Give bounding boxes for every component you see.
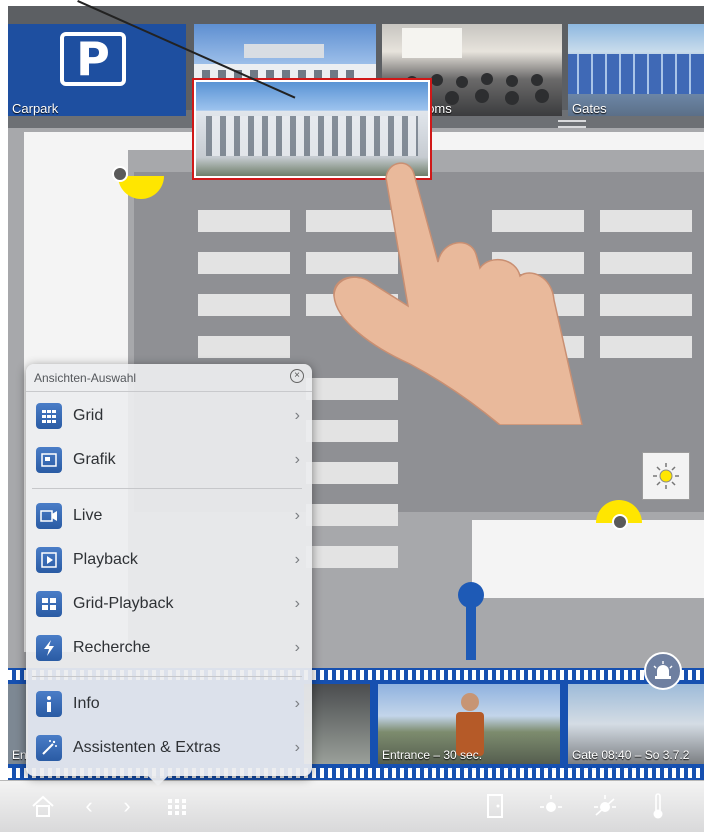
bottom-toolbar: ‹ › — [0, 780, 704, 832]
parking-space — [306, 546, 398, 568]
menu-item-label: Assistenten & Extras — [73, 739, 221, 756]
pointing-hand-illustration — [333, 162, 583, 425]
temperature-button[interactable] — [648, 789, 668, 823]
chevron-left-icon: ‹ — [85, 793, 93, 818]
timeline-event-thumb[interactable]: Entrance – 30 sec. — [378, 684, 560, 764]
grid-icon — [168, 799, 186, 815]
menu-header: Ansichten-Auswahl × — [26, 364, 312, 392]
lamp-control-button[interactable] — [642, 452, 690, 500]
lamp-off-icon — [594, 795, 616, 816]
menu-item-info[interactable]: Info › — [32, 684, 306, 724]
forward-button[interactable]: › — [116, 789, 138, 823]
chevron-right-icon: › — [294, 739, 300, 756]
menu-item-grid[interactable]: Grid › — [32, 396, 306, 436]
chevron-right-icon: › — [123, 793, 131, 818]
parking-space — [600, 294, 692, 316]
parking-sign-icon: P — [60, 32, 126, 86]
floor-building-block — [472, 520, 704, 598]
chevron-right-icon: › — [294, 407, 300, 424]
menu-item-grid-playback[interactable]: Grid-Playback › — [32, 584, 306, 624]
chevron-right-icon: › — [294, 695, 300, 712]
camera-marker-dot — [612, 514, 628, 530]
grid-playback-icon — [36, 591, 62, 617]
graphic-icon — [36, 447, 62, 473]
light-on-button[interactable] — [536, 789, 566, 823]
timeline-event-thumb[interactable]: Ent — [8, 684, 28, 764]
menu-pointer — [148, 776, 168, 786]
camera-icon — [36, 503, 62, 529]
camera-thumb-label: Gates — [572, 101, 607, 116]
home-icon — [32, 795, 54, 817]
menu-divider — [32, 676, 302, 677]
parking-space — [198, 336, 290, 358]
menu-divider — [32, 488, 302, 489]
close-icon[interactable]: × — [290, 369, 304, 383]
camera-marker-dot — [112, 166, 128, 182]
menu-item-label: Grid — [73, 407, 104, 424]
blue-barrier-head — [458, 582, 484, 608]
grid-icon — [36, 403, 62, 429]
chevron-right-icon: › — [294, 595, 300, 612]
app-window: P Carpark nce Rooms — [0, 0, 704, 832]
menu-item-label: Live — [73, 507, 103, 524]
view-selection-button[interactable] — [162, 789, 192, 823]
lamp-icon — [540, 795, 562, 812]
home-button[interactable] — [28, 789, 58, 823]
parking-space — [198, 294, 290, 316]
lightning-icon — [36, 635, 62, 661]
timeline-event-label: Gate 08:40 – So 3.7.2 — [572, 748, 690, 762]
timeline-event-thumb[interactable]: Gate 08:40 – So 3.7.2 — [568, 684, 704, 764]
parking-space — [306, 504, 398, 526]
camera-thumb-label: Carpark — [12, 101, 59, 116]
menu-item-grafik[interactable]: Grafik › — [32, 440, 306, 480]
menu-item-label: Grid-Playback — [73, 595, 174, 612]
menu-title: Ansichten-Auswahl — [34, 371, 137, 385]
menu-item-label: Info — [73, 695, 100, 712]
parking-space — [600, 336, 692, 358]
menu-item-label: Recherche — [73, 639, 151, 656]
thermometer-icon — [653, 793, 663, 819]
timeline-event-label: Entrance – 30 sec. — [382, 748, 483, 762]
magic-wand-icon — [36, 735, 62, 761]
parking-space — [198, 252, 290, 274]
alarm-button[interactable] — [644, 652, 682, 690]
timeline-event-thumb[interactable] — [304, 684, 370, 764]
view-selection-menu: Ansichten-Auswahl × Grid › Grafik › Live… — [26, 364, 312, 786]
chevron-right-icon: › — [294, 551, 300, 568]
camera-thumb-gates[interactable]: Gates — [568, 24, 704, 116]
strip-drag-handle[interactable] — [558, 120, 586, 128]
menu-item-playback[interactable]: Playback › — [32, 540, 306, 580]
light-off-button[interactable] — [590, 789, 620, 823]
back-button[interactable]: ‹ — [78, 789, 100, 823]
menu-item-recherche[interactable]: Recherche › — [32, 628, 306, 668]
alarm-light-icon — [653, 661, 673, 679]
door-icon — [487, 794, 503, 818]
parking-space — [306, 462, 398, 484]
chevron-right-icon: › — [294, 639, 300, 656]
menu-item-assistenten-extras[interactable]: Assistenten & Extras › — [32, 728, 306, 768]
parking-space — [198, 210, 290, 232]
chevron-right-icon: › — [294, 451, 300, 468]
parking-space — [600, 210, 692, 232]
menu-item-label: Playback — [73, 551, 138, 568]
menu-item-live[interactable]: Live › — [32, 496, 306, 536]
info-icon — [36, 691, 62, 717]
lamp-icon — [653, 463, 679, 489]
menu-item-label: Grafik — [73, 451, 116, 468]
chevron-right-icon: › — [294, 507, 300, 524]
parking-space — [600, 252, 692, 274]
door-button[interactable] — [482, 789, 508, 823]
play-icon — [36, 547, 62, 573]
